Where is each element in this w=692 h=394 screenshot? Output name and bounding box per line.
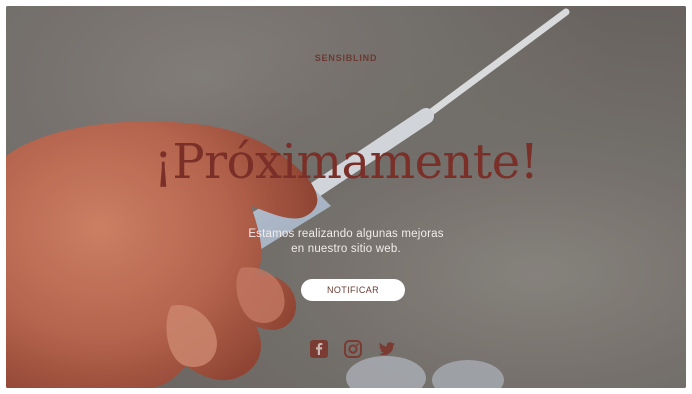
page-title: ¡Próximamente! <box>153 134 539 190</box>
facebook-icon[interactable] <box>310 340 328 358</box>
brand-logo[interactable]: SENSIBLIND <box>6 53 686 63</box>
notify-button[interactable]: NOTIFICAR <box>301 279 405 301</box>
social-links <box>310 340 396 358</box>
subtitle: Estamos realizando algunas mejoras en nu… <box>6 227 686 257</box>
subtitle-line-2: en nuestro sitio web. <box>291 243 401 255</box>
subtitle-line-1: Estamos realizando algunas mejoras <box>248 228 444 240</box>
instagram-icon[interactable] <box>344 340 362 358</box>
twitter-icon[interactable] <box>378 340 396 358</box>
hero-section: SENSIBLIND ¡Próximamente! Estamos realiz… <box>6 6 686 388</box>
overlay <box>6 6 686 388</box>
